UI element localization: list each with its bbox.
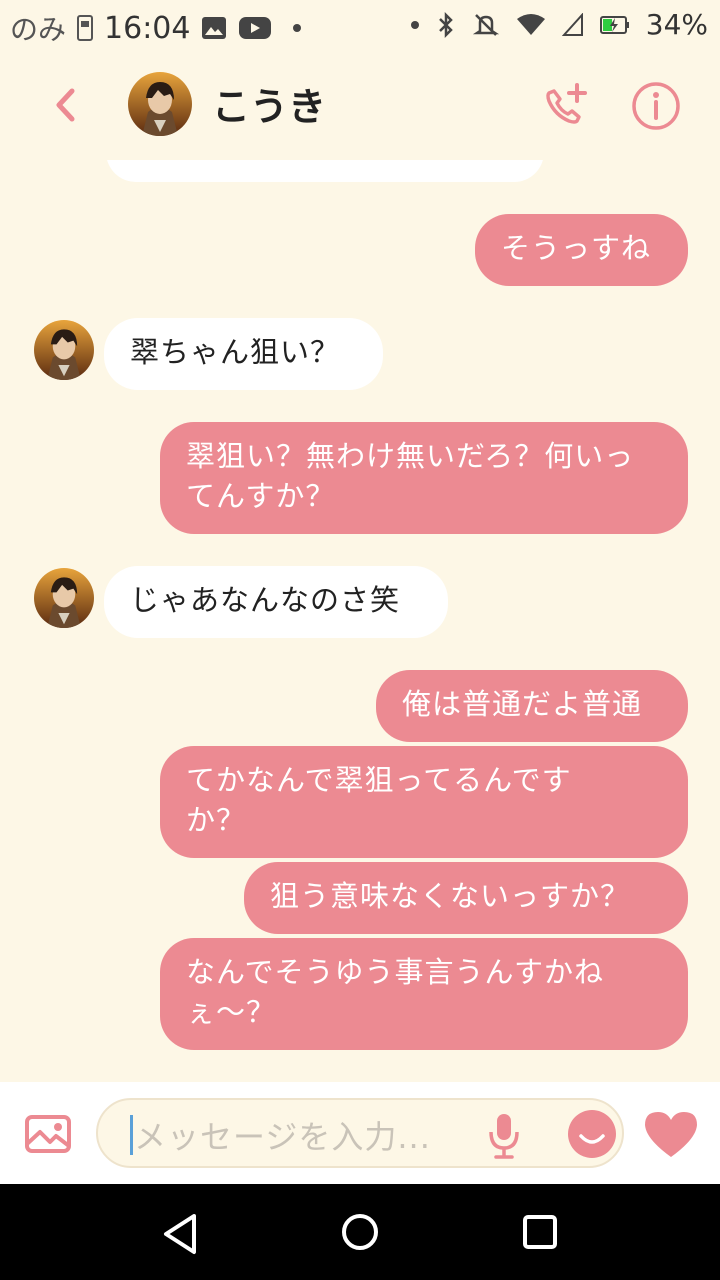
nav-back-button[interactable] [158,1212,202,1256]
battery-charging-icon [599,13,630,37]
partial-message-bubble [106,160,544,182]
bluetooth-icon [436,11,456,39]
avatar-image [34,568,94,628]
phone-plus-icon [546,83,587,124]
contact-avatar[interactable] [128,72,192,136]
image-icon [25,1115,71,1153]
outgoing-message[interactable]: 翠狙い？無わけ無いだろ？何いってんすか？ [160,422,688,534]
info-button[interactable] [630,80,682,132]
dot-icon [292,23,302,33]
message-text: じゃあなんなのさ笑 [130,583,401,617]
circle-home-icon [342,1214,378,1250]
message-text: 狙う意味なくないっすか？ [270,879,631,913]
back-button[interactable] [40,80,90,130]
input-placeholder: メッセージを入力... [134,1118,431,1156]
outgoing-message[interactable]: そうっすね [475,214,688,286]
contact-avatar-small[interactable] [34,320,94,380]
triangle-back-icon [164,1214,196,1254]
message-text: てかなんで翠狙ってるんですか？ [186,763,572,837]
text-cursor [130,1115,133,1155]
signal-icon [561,12,584,37]
sim-icon [76,13,94,43]
carrier-label: のみ [10,13,67,46]
message-text: なんでそうゆう事言うんすかねぇ〜？ [186,955,604,1029]
dot-icon [410,20,420,30]
incoming-message[interactable]: じゃあなんなのさ笑 [104,566,448,638]
add-call-button[interactable] [536,78,592,134]
message-text: 俺は普通だよ普通 [402,687,643,721]
nav-home-button[interactable] [340,1212,380,1252]
chat-header: こうき [0,50,720,160]
heart-icon [645,1112,697,1157]
nav-recents-button[interactable] [522,1214,558,1250]
info-icon [632,82,680,130]
wifi-icon [516,13,546,37]
microphone-icon [489,1114,519,1159]
gallery-icon [200,15,228,41]
incoming-message[interactable]: 翠ちゃん狙い？ [104,318,383,390]
battery-percent: 34% [645,8,708,41]
attach-image-button[interactable] [22,1112,74,1156]
avatar-image [128,72,192,136]
outgoing-message[interactable]: 俺は普通だよ普通 [376,670,688,742]
chat-area[interactable]: そうっすね 翠ちゃん狙い？ 翠狙い？無わけ無いだろ？何いってんすか？ じゃあなん… [0,160,720,1080]
status-bar: のみ 16:04 34% [0,0,720,50]
message-text: 翠ちゃん狙い？ [130,335,341,369]
clock: 16:04 [104,10,191,46]
mute-icon [472,11,500,39]
like-button[interactable] [642,1108,700,1160]
message-text: そうっすね [501,231,652,265]
avatar-image [34,320,94,380]
youtube-icon [238,15,272,41]
message-input-bar: メッセージを入力... [0,1082,720,1184]
outgoing-message[interactable]: なんでそうゆう事言うんすかねぇ〜？ [160,938,688,1050]
outgoing-message[interactable]: てかなんで翠狙ってるんですか？ [160,746,688,858]
emoji-button[interactable] [566,1108,618,1160]
contact-avatar-small[interactable] [34,568,94,628]
system-navigation-bar [0,1184,720,1280]
contact-name[interactable]: こうき [212,76,326,131]
square-recents-icon [523,1215,557,1249]
chevron-left-icon [56,88,75,122]
outgoing-message[interactable]: 狙う意味なくないっすか？ [244,862,688,934]
status-bar-left: のみ 16:04 [10,8,302,48]
voice-input-button[interactable] [484,1112,524,1160]
status-bar-right: 34% [410,8,708,41]
message-input[interactable]: メッセージを入力... [96,1098,624,1168]
message-text: 翠狙い？無わけ無いだろ？何いってんすか？ [186,439,635,513]
smiley-icon [568,1110,616,1158]
